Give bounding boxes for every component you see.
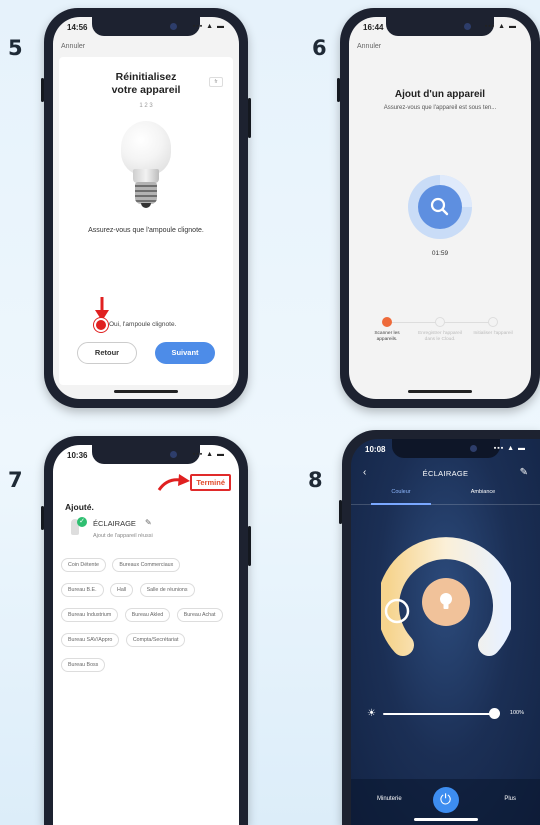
- room-chip[interactable]: Bureau B.E.: [61, 583, 104, 597]
- screen-device-added: 10:36 ▪▪▪ ▲ ▬ Terminé Ajouté. ✓ ÉCLAIRAG…: [53, 445, 239, 825]
- cancel-link[interactable]: Annuler: [357, 43, 381, 50]
- device-status: Ajout de l'appareil réussi: [93, 533, 153, 539]
- room-chip-list: Coin Détente Bureaux Commerciaux Bureau …: [61, 553, 231, 678]
- home-indicator: [114, 390, 178, 393]
- step-number-5: 5: [8, 36, 23, 60]
- screen-add-device: 16:44 ▪▪▪ ▲ ▬ Annuler Ajout d'un apparei…: [349, 17, 531, 399]
- brightness-value: 100%: [509, 710, 524, 716]
- bottom-action-bar: Minuterie ⏻ Plus: [351, 779, 540, 825]
- phone-step-6: 16:44 ▪▪▪ ▲ ▬ Annuler Ajout d'un apparei…: [337, 8, 540, 408]
- red-arrow-down-icon: [95, 297, 109, 321]
- countdown-timer: 01:59: [431, 250, 449, 257]
- screen-reset-device: 14:56 ▪▪▪ ▲ ▬ Annuler Réinitialisez votr…: [53, 17, 239, 399]
- progress-step-scan: Scanner les appareils.: [365, 317, 409, 343]
- tab-color[interactable]: Couleur: [371, 489, 431, 495]
- sun-icon: ☀: [367, 708, 376, 719]
- room-chip[interactable]: Hall: [110, 583, 134, 597]
- status-time: 10:36: [67, 451, 88, 460]
- progress-steps: Scanner les appareils. Enregistrer l'app…: [365, 317, 515, 357]
- language-flag-icon[interactable]: fr: [209, 77, 223, 87]
- edit-pencil-icon[interactable]: ✎: [145, 518, 152, 527]
- reset-card: Réinitialisez votre appareil fr 1 2 3 As…: [59, 57, 233, 385]
- cancel-link[interactable]: Annuler: [61, 43, 85, 50]
- timer-button[interactable]: Minuterie: [377, 796, 402, 802]
- more-button[interactable]: Plus: [504, 796, 516, 802]
- step-number-7: 7: [8, 468, 23, 492]
- room-chip[interactable]: Bureau SAV/Appro: [61, 633, 120, 647]
- slider-knob[interactable]: [489, 708, 500, 719]
- red-arrow-right-icon: [157, 474, 190, 491]
- phone-step-7: 10:36 ▪▪▪ ▲ ▬ Terminé Ajouté. ✓ ÉCLAIRAG…: [41, 436, 251, 825]
- status-icons: ▪▪▪ ▲ ▬: [493, 445, 526, 452]
- home-indicator: [408, 390, 472, 393]
- room-chip[interactable]: Bureau Boss: [61, 658, 106, 672]
- progress-step-cloud: Enregistrer l'appareil dans le Cloud.: [418, 317, 462, 343]
- light-bulb-icon: [116, 121, 176, 211]
- status-icons: ▪▪▪ ▲ ▬: [484, 23, 517, 30]
- active-tab-indicator: [371, 503, 431, 505]
- room-chip[interactable]: Coin Détente: [61, 558, 106, 572]
- lighting-header: ‹ ÉCLAIRAGE ✎: [351, 467, 540, 481]
- page-title: Réinitialisez votre appareil: [111, 71, 181, 96]
- status-icons: ▪▪▪ ▲ ▬: [192, 451, 225, 458]
- status-time: 10:08: [365, 445, 386, 454]
- status-icons: ▪▪▪ ▲ ▬: [192, 23, 225, 30]
- home-indicator: [413, 818, 478, 821]
- room-chip[interactable]: Bureau Achat: [176, 608, 223, 622]
- device-title: ÉCLAIRAGE: [422, 469, 469, 478]
- added-device: ✓ ÉCLAIRAGE ✎ Ajout de l'appareil réussi: [71, 517, 211, 547]
- confirm-radio[interactable]: [96, 320, 106, 330]
- device-name: ÉCLAIRAGE: [93, 519, 136, 528]
- tab-ambiance[interactable]: Ambiance: [453, 489, 513, 495]
- phone-step-8: 10:08 ▪▪▪ ▲ ▬ ‹ ÉCLAIRAGE ✎ Couleur Ambi…: [339, 430, 540, 825]
- confirm-radio-label: Oui, l'ampoule clignote.: [109, 321, 177, 328]
- done-button[interactable]: Terminé: [190, 474, 231, 491]
- instruction-text: Assurez-vous que l'ampoule clignote.: [88, 227, 204, 234]
- search-scan-icon: [408, 175, 472, 239]
- page-subtitle: Assurez-vous que l'appareil est sous ten…: [383, 105, 497, 111]
- slider-track: [383, 713, 496, 715]
- back-button[interactable]: Retour: [77, 342, 137, 364]
- edit-pencil-icon[interactable]: ✎: [520, 467, 528, 478]
- room-chip[interactable]: Bureaux Commerciaux: [112, 558, 181, 572]
- color-temperature-dial[interactable]: [380, 537, 511, 667]
- power-icon[interactable]: ⏻: [432, 787, 459, 813]
- check-icon: ✓: [77, 517, 87, 527]
- status-time: 14:56: [67, 23, 88, 32]
- room-chip[interactable]: Bureau Industrium: [61, 608, 119, 622]
- phone-step-5: 14:56 ▪▪▪ ▲ ▬ Annuler Réinitialisez votr…: [41, 8, 251, 408]
- status-time: 16:44: [363, 23, 384, 32]
- mode-tabs: Couleur Ambiance: [351, 487, 540, 505]
- page-title: Ajout d'un appareil: [394, 89, 486, 100]
- added-heading: Ajouté.: [65, 502, 94, 512]
- brightness-slider[interactable]: ☀ 100%: [367, 707, 524, 721]
- room-chip[interactable]: Salle de réunions: [139, 583, 195, 597]
- step-number-6: 6: [312, 36, 327, 60]
- room-chip[interactable]: Bureau Akled: [124, 608, 171, 622]
- room-chip[interactable]: Compta/Secrétariat: [125, 633, 186, 647]
- progress-step-init: Initialiser l'appareil: [471, 317, 515, 337]
- screen-lighting-control: 10:08 ▪▪▪ ▲ ▬ ‹ ÉCLAIRAGE ✎ Couleur Ambi…: [351, 439, 540, 825]
- step-number-8: 8: [308, 468, 323, 492]
- next-button[interactable]: Suivant: [155, 342, 215, 364]
- page-indicator: 1 2 3: [139, 103, 153, 109]
